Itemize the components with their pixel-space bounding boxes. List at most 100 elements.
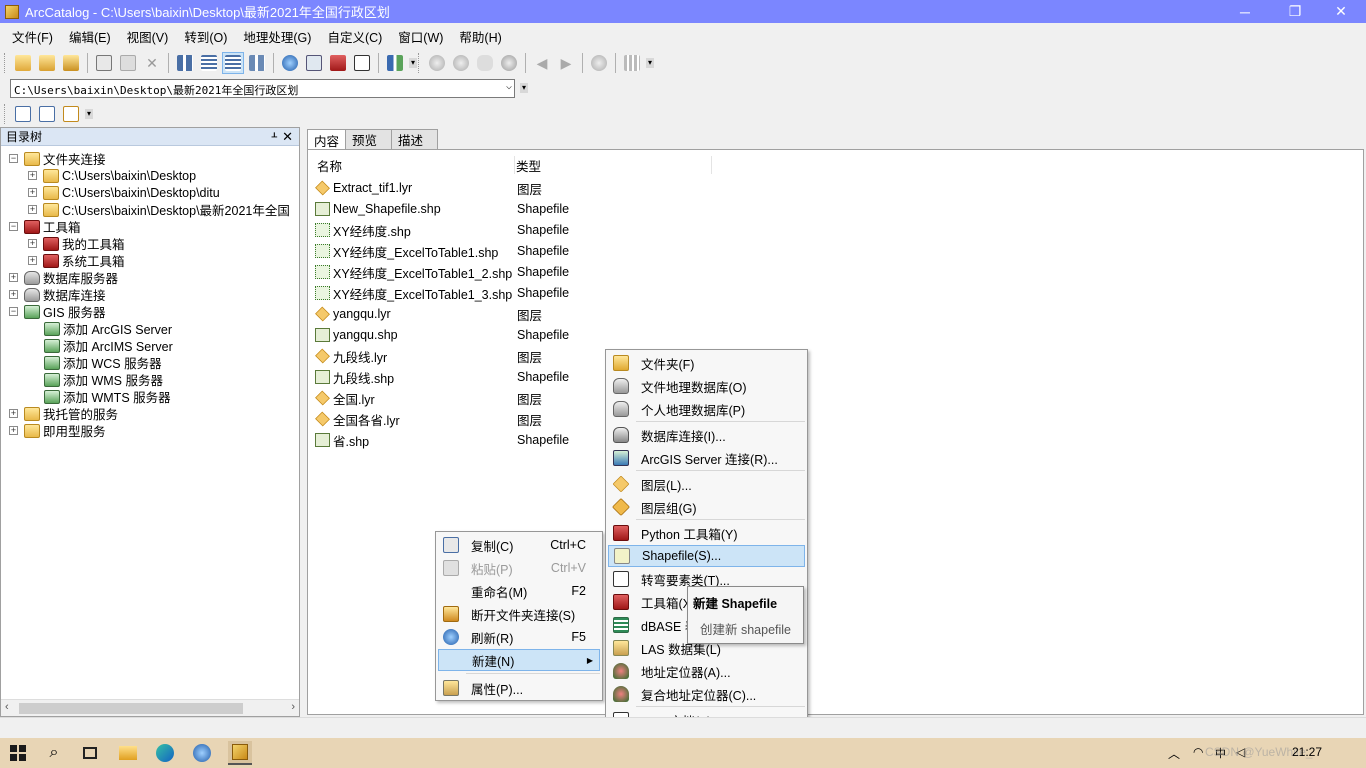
toolbar-overflow-dropdown[interactable]: ▾ <box>85 109 93 119</box>
collapse-icon[interactable]: − <box>9 222 18 231</box>
delete-button[interactable]: ✕ <box>141 52 163 74</box>
scroll-right-icon[interactable]: › <box>291 701 295 713</box>
identify-button[interactable] <box>588 52 610 74</box>
windows-start-button[interactable] <box>6 741 30 765</box>
connect-folder-button[interactable] <box>36 52 58 74</box>
horizontal-scrollbar[interactable]: ‹ › <box>1 699 299 716</box>
new-submenu-item[interactable]: 个人地理数据库(P) <box>608 398 805 420</box>
up-one-level-button[interactable] <box>12 52 34 74</box>
menu-edit[interactable]: 编辑(E) <box>61 27 119 46</box>
close-panel-icon[interactable]: ✕ <box>282 129 293 145</box>
menu-help[interactable]: 帮助(H) <box>451 27 509 46</box>
menu-window[interactable]: 窗口(W) <box>390 27 451 46</box>
file-row[interactable]: Extract_tif1.lyr 图层 <box>315 178 542 198</box>
context-menu-item[interactable]: 新建(N) ▶ <box>438 649 600 671</box>
zoom-in-button[interactable] <box>426 52 448 74</box>
close-button[interactable]: ✕ <box>1318 0 1364 23</box>
tab-description[interactable]: 描述 <box>391 129 439 149</box>
forward-button[interactable]: ▶ <box>555 52 577 74</box>
tree-item[interactable]: + 即用型服务 <box>9 422 106 439</box>
catalog-window-button[interactable] <box>303 52 325 74</box>
taskbar-search-button[interactable]: ⌕ <box>42 741 66 765</box>
expand-icon[interactable]: + <box>28 188 37 197</box>
disconnect-folder-button[interactable] <box>60 52 82 74</box>
context-menu-item[interactable]: 属性(P)... <box>438 677 600 699</box>
details-view-button[interactable] <box>222 52 244 74</box>
file-row[interactable]: 省.shp Shapefile <box>315 430 569 450</box>
expand-icon[interactable]: + <box>9 273 18 282</box>
tab-preview[interactable]: 预览 <box>345 129 393 149</box>
toolbar-overflow-dropdown[interactable]: ▾ <box>646 58 654 68</box>
model-builder-button[interactable] <box>384 52 406 74</box>
task-view-button[interactable] <box>78 741 102 765</box>
toolbar-grip[interactable] <box>4 53 7 73</box>
column-header-type[interactable]: 类型 <box>516 156 712 174</box>
tree-item[interactable]: − 文件夹连接 <box>9 150 106 167</box>
expand-icon[interactable]: + <box>9 290 18 299</box>
new-submenu-item[interactable]: 图层组(G) <box>608 496 805 518</box>
tree-item[interactable]: 添加 WMS 服务器 <box>44 371 163 388</box>
file-row[interactable]: yangqu.shp Shapefile <box>315 325 569 345</box>
toolbar-overflow-dropdown[interactable]: ▾ <box>409 58 417 68</box>
new-submenu-item[interactable]: 文件夹(F) <box>608 352 805 374</box>
menu-customize[interactable]: 自定义(C) <box>319 27 390 46</box>
collapse-icon[interactable]: − <box>9 307 18 316</box>
context-menu-item[interactable]: 复制(C) Ctrl+C <box>438 534 600 556</box>
toolbar-grip[interactable] <box>4 104 7 124</box>
tree-item[interactable]: 添加 ArcGIS Server <box>44 320 172 337</box>
export-metadata-button[interactable] <box>60 103 82 125</box>
new-submenu-item[interactable]: 文件地理数据库(O) <box>608 375 805 397</box>
menu-file[interactable]: 文件(F) <box>4 27 61 46</box>
file-row[interactable]: 全国.lyr 图层 <box>315 388 542 408</box>
tree-item[interactable]: + 我托管的服务 <box>9 405 118 422</box>
scrollbar-thumb[interactable] <box>19 703 243 714</box>
menu-goto[interactable]: 转到(O) <box>176 27 235 46</box>
tray-overflow-icon[interactable]: ︿ <box>1168 745 1180 762</box>
arccatalog-taskbar-button[interactable] <box>228 741 252 765</box>
collapse-icon[interactable]: − <box>9 154 18 163</box>
tree-item[interactable]: 添加 ArcIMS Server <box>44 337 173 354</box>
expand-icon[interactable]: + <box>28 256 37 265</box>
new-submenu-item[interactable]: 图层(L)... <box>608 473 805 495</box>
file-row[interactable]: 全国各省.lyr 图层 <box>315 409 542 429</box>
expand-icon[interactable]: + <box>28 239 37 248</box>
thumbnails-button[interactable] <box>246 52 268 74</box>
tree-item[interactable]: + 数据库服务器 <box>9 269 118 286</box>
search-button[interactable] <box>279 52 301 74</box>
scroll-left-icon[interactable]: ‹ <box>5 701 9 713</box>
file-row[interactable]: yangqu.lyr 图层 <box>315 304 542 324</box>
paste-button[interactable] <box>117 52 139 74</box>
new-submenu-item[interactable]: Python 工具箱(Y) <box>608 522 805 544</box>
file-row[interactable]: 九段线.lyr 图层 <box>315 346 542 366</box>
tree-item[interactable]: − GIS 服务器 <box>9 303 106 320</box>
file-row[interactable]: New_Shapefile.shp Shapefile <box>315 199 569 219</box>
large-icons-button[interactable] <box>174 52 196 74</box>
tree-item[interactable]: + 数据库连接 <box>9 286 106 303</box>
tree-item[interactable]: 添加 WMTS 服务器 <box>44 388 171 405</box>
menu-geoprocessing[interactable]: 地理处理(G) <box>235 27 319 46</box>
new-submenu-item[interactable]: Shapefile(S)... <box>608 545 805 567</box>
tree-item[interactable]: + 我的工具箱 <box>28 235 125 252</box>
zoom-out-button[interactable] <box>450 52 472 74</box>
file-row[interactable]: XY经纬度.shp Shapefile <box>315 220 569 240</box>
search-app-button[interactable] <box>190 741 214 765</box>
copy-button[interactable] <box>93 52 115 74</box>
arctoolbox-button[interactable] <box>327 52 349 74</box>
new-submenu-item[interactable]: 复合地址定位器(C)... <box>608 683 805 705</box>
wifi-icon[interactable]: ◠ <box>1193 745 1203 759</box>
expand-icon[interactable]: + <box>9 426 18 435</box>
layout-button[interactable] <box>621 52 643 74</box>
tree-item[interactable]: + C:\Users\baixin\Desktop <box>28 167 196 184</box>
toolbar-grip[interactable] <box>418 53 421 73</box>
file-row[interactable]: XY经纬度_ExcelToTable1_2.shp Shapefile <box>315 262 569 282</box>
file-row[interactable]: XY经纬度_ExcelToTable1.shp Shapefile <box>315 241 569 261</box>
pin-icon[interactable]: ᚆ <box>272 130 277 143</box>
location-dropdown-icon[interactable]: ⌵ <box>506 81 512 92</box>
location-input[interactable]: C:\Users\baixin\Desktop\最新2021年全国行政区划 ⌵ <box>10 79 515 98</box>
tree-item[interactable]: + C:\Users\baixin\Desktop\ditu <box>28 184 220 201</box>
column-header-name[interactable]: 名称 <box>317 156 515 174</box>
tree-item[interactable]: 添加 WCS 服务器 <box>44 354 162 371</box>
new-submenu-item[interactable]: ArcGIS Server 连接(R)... <box>608 447 805 469</box>
context-menu-item[interactable]: 刷新(R) F5 <box>438 626 600 648</box>
expand-icon[interactable]: + <box>28 205 37 214</box>
